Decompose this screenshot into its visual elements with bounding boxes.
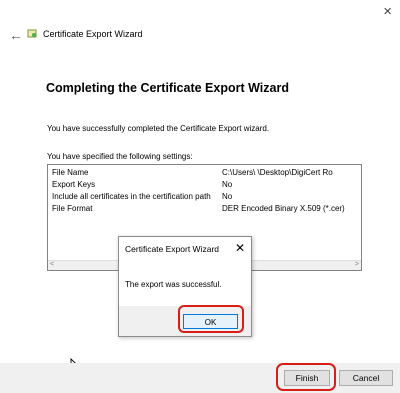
setting-value: C:\Users\ \Desktop\DigiCert Ro [222, 168, 333, 177]
scroll-left-icon[interactable]: < [50, 261, 54, 268]
dialog-message: The export was successful. [125, 280, 222, 289]
dialog-title: Certificate Export Wizard [125, 244, 219, 254]
setting-value: No [222, 180, 233, 189]
scroll-right-icon[interactable]: > [355, 261, 359, 268]
cancel-button[interactable]: Cancel [339, 370, 393, 386]
page-title: Completing the Certificate Export Wizard [46, 81, 289, 95]
setting-key: File Format [52, 204, 93, 213]
finish-highlight-outline [276, 363, 336, 391]
wizard-title: Certificate Export Wizard [43, 29, 143, 39]
back-arrow-icon[interactable]: ← [9, 27, 23, 43]
ok-highlight-outline [178, 305, 244, 333]
success-text: You have successfully completed the Cert… [47, 124, 270, 133]
setting-key: Include all certificates in the certific… [52, 192, 211, 201]
setting-value: DER Encoded Binary X.509 (*.cer) [222, 204, 345, 213]
settings-label: You have specified the following setting… [47, 152, 193, 161]
certificate-icon [27, 29, 37, 38]
setting-value: No [222, 192, 233, 201]
window-close-icon[interactable]: × [383, 3, 392, 20]
setting-key: File Name [52, 168, 89, 177]
dialog-close-icon[interactable]: ✕ [235, 241, 245, 255]
setting-key: Export Keys [52, 180, 96, 189]
